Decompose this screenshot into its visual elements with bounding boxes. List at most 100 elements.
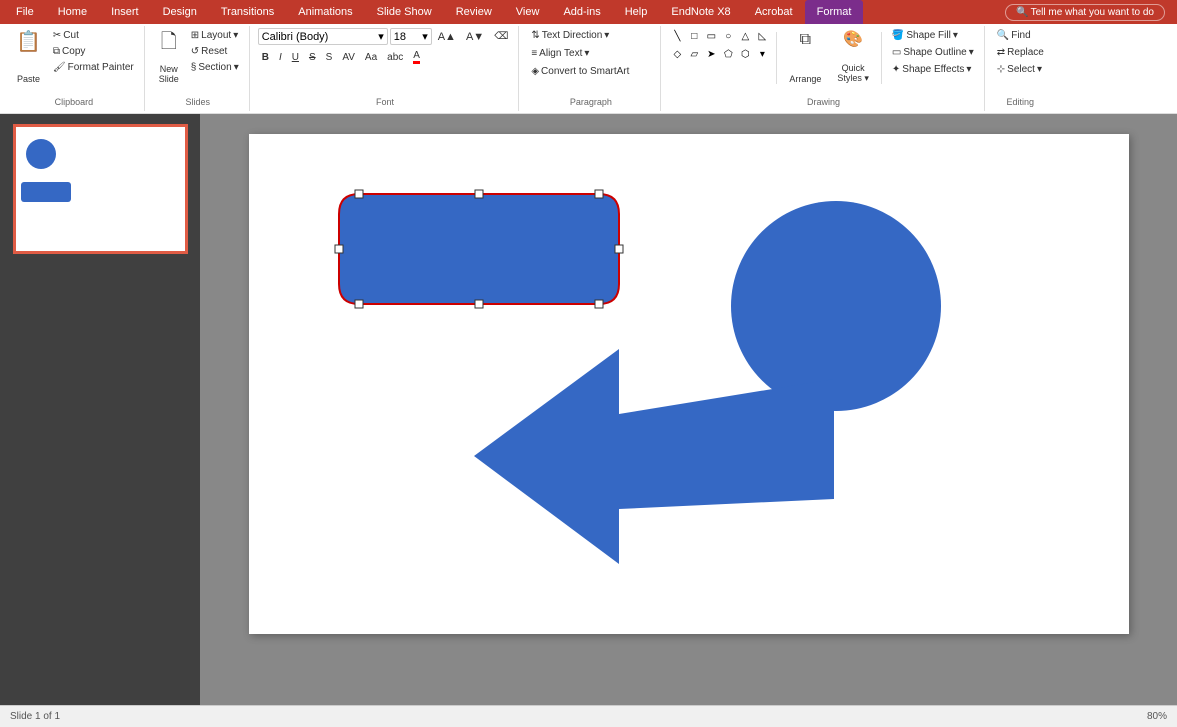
shape-fill-button[interactable]: 🪣 Shape Fill ▾ — [888, 28, 978, 43]
pentagon-shape[interactable]: ⬠ — [720, 46, 736, 62]
group-slides: 🗋 NewSlide ⊞ Layout ▾ ↺ Reset § — [147, 26, 250, 111]
outline-dropdown: ▾ — [969, 47, 974, 58]
ribbon-body: 📋 Paste ✂ Cut ⧉ Copy 🖌 Format Painter — [0, 24, 1177, 114]
slide-canvas[interactable] — [249, 134, 1129, 634]
paragraph-label: Paragraph — [570, 95, 612, 109]
font-color-button[interactable]: A — [409, 48, 424, 66]
paste-button[interactable]: 📋 Paste — [10, 28, 47, 88]
highlight-button[interactable]: abc — [383, 50, 407, 65]
font-label: Font — [376, 95, 394, 109]
oval-shape[interactable]: ○ — [720, 28, 736, 44]
char-spacing-button[interactable]: AV — [338, 50, 359, 65]
convert-smartart-button[interactable]: ◈ Convert to SmartArt — [527, 64, 633, 79]
parallelogram-shape[interactable]: ▱ — [686, 46, 702, 62]
canvas-area[interactable] — [200, 114, 1177, 705]
cut-button[interactable]: ✂ Cut — [49, 28, 138, 43]
line-shape[interactable]: ╲ — [669, 28, 685, 44]
slide-info: Slide 1 of 1 — [10, 711, 60, 722]
slides-label: Slides — [185, 95, 210, 109]
painter-icon: 🖌 — [53, 62, 66, 73]
main-area — [0, 114, 1177, 705]
clear-format-button[interactable]: ⌫ — [490, 29, 512, 44]
text-dir-dropdown: ▾ — [604, 30, 609, 41]
find-button[interactable]: 🔍 Find — [993, 28, 1048, 43]
status-bar: Slide 1 of 1 80% — [0, 705, 1177, 727]
tab-addins[interactable]: Add-ins — [551, 0, 612, 24]
font-size-selector[interactable]: 18 ▾ — [390, 28, 432, 45]
strikethrough-button[interactable]: S — [305, 50, 320, 65]
increase-font-button[interactable]: A▲ — [434, 29, 460, 45]
arrange-button[interactable]: ⧉ Arrange — [783, 28, 827, 88]
tab-slideshow[interactable]: Slide Show — [365, 0, 444, 24]
text-direction-button[interactable]: ⇅ Text Direction ▾ — [527, 28, 613, 43]
divider2 — [881, 32, 882, 84]
group-font: Calibri (Body) ▾ 18 ▾ A▲ A▼ ⌫ B I U S — [252, 26, 520, 111]
layout-button[interactable]: ⊞ Layout ▾ — [187, 28, 243, 43]
slide-thumbnail[interactable] — [13, 124, 188, 254]
format-painter-button[interactable]: 🖌 Format Painter — [49, 60, 138, 75]
arrow-shape[interactable]: ➤ — [703, 46, 719, 62]
new-slide-button[interactable]: 🗋 NewSlide — [153, 28, 185, 88]
section-icon: § — [191, 62, 197, 73]
selected-rounded-rect[interactable] — [329, 184, 619, 319]
tab-review[interactable]: Review — [444, 0, 504, 24]
decrease-font-button[interactable]: A▼ — [462, 29, 488, 45]
tab-file[interactable]: File — [4, 0, 46, 24]
align-dropdown: ▾ — [584, 48, 589, 59]
zoom-level: 80% — [1147, 711, 1167, 722]
arrange-icon: ⧉ — [800, 32, 811, 48]
reset-button[interactable]: ↺ Reset — [187, 44, 243, 59]
rt-triangle-shape[interactable]: ◺ — [754, 28, 770, 44]
reset-icon: ↺ — [191, 46, 199, 57]
select-dropdown: ▾ — [1037, 64, 1042, 75]
slide-panel — [0, 114, 200, 705]
diamond-shape[interactable]: ◇ — [669, 46, 685, 62]
rect-shape[interactable]: □ — [686, 28, 702, 44]
tab-home[interactable]: Home — [46, 0, 99, 24]
shape-outline-button[interactable]: ▭ Shape Outline ▾ — [888, 45, 978, 60]
arrow-shape[interactable] — [474, 349, 829, 564]
shadow-button[interactable]: S — [322, 50, 337, 65]
replace-button[interactable]: ⇄ Replace — [993, 45, 1048, 60]
tab-format[interactable]: Format — [805, 0, 864, 24]
change-case-button[interactable]: Aa — [361, 50, 381, 65]
tab-help[interactable]: Help — [613, 0, 660, 24]
select-button[interactable]: ⊹ Select ▾ — [993, 62, 1048, 77]
rounded-rect-shape[interactable]: ▭ — [703, 28, 719, 44]
effects-icon: ✦ — [892, 64, 900, 75]
triangle-shape[interactable]: △ — [737, 28, 753, 44]
tab-view[interactable]: View — [504, 0, 552, 24]
tab-animations[interactable]: Animations — [286, 0, 364, 24]
font-name-selector[interactable]: Calibri (Body) ▾ — [258, 28, 388, 45]
tab-acrobat[interactable]: Acrobat — [743, 0, 805, 24]
tab-transitions[interactable]: Transitions — [209, 0, 286, 24]
tab-design[interactable]: Design — [151, 0, 209, 24]
font-size-dropdown-icon: ▾ — [422, 30, 428, 43]
hexagon-shape[interactable]: ⬡ — [737, 46, 753, 62]
thumb-circle-shape — [26, 139, 56, 169]
tab-insert[interactable]: Insert — [99, 0, 151, 24]
thumb-rect-shape — [21, 182, 71, 202]
tab-endnote[interactable]: EndNote X8 — [659, 0, 742, 24]
shape-effects-button[interactable]: ✦ Shape Effects ▾ — [888, 62, 978, 77]
copy-button[interactable]: ⧉ Copy — [49, 44, 138, 59]
section-button[interactable]: § Section ▾ — [187, 60, 243, 75]
quick-styles-button[interactable]: 🎨 QuickStyles ▾ — [831, 28, 875, 88]
ribbon-tab-bar: File Home Insert Design Transitions Anim… — [0, 0, 1177, 24]
drawing-label: Drawing — [807, 95, 840, 109]
rounded-rect-svg — [329, 184, 629, 329]
bold-button[interactable]: B — [258, 50, 273, 65]
layout-dropdown-icon: ▾ — [233, 30, 238, 41]
paste-icon: 📋 — [16, 32, 41, 52]
editing-label: Editing — [1007, 95, 1035, 109]
italic-button[interactable]: I — [275, 50, 286, 65]
tell-me-input[interactable]: 🔍 Tell me what you want to do — [1005, 4, 1165, 21]
effects-dropdown: ▾ — [966, 64, 971, 75]
ribbon: File Home Insert Design Transitions Anim… — [0, 0, 1177, 114]
section-dropdown-icon: ▾ — [234, 62, 239, 73]
clipboard-label: Clipboard — [55, 95, 94, 109]
underline-button[interactable]: U — [288, 50, 303, 65]
more-shapes[interactable]: ▾ — [754, 46, 770, 62]
group-drawing: ╲ □ ▭ ○ △ ◺ ◇ ▱ ➤ ⬠ ⬡ ▾ — [663, 26, 984, 111]
align-text-button[interactable]: ≡ Align Text ▾ — [527, 46, 593, 61]
